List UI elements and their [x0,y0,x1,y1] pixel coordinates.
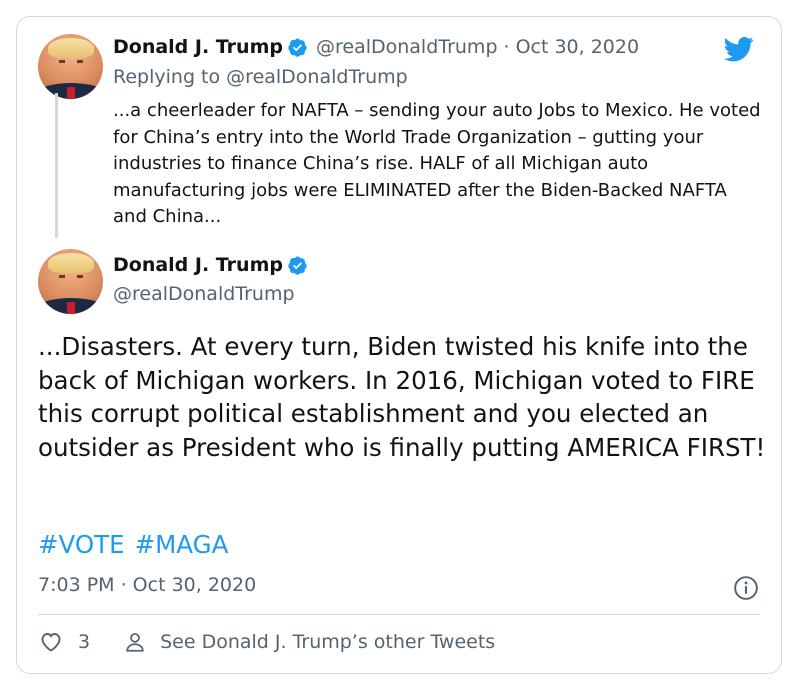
hashtag-link[interactable]: #MAGA [135,530,229,559]
hashtag-link[interactable]: #VOTE [38,530,125,559]
person-icon [126,633,144,652]
tweet-author-name[interactable]: Donald J. Trump [113,254,283,276]
hashtags: #VOTE #MAGA [38,530,238,559]
replying-to-link[interactable]: @realDonaldTrump [226,66,408,88]
divider [38,614,760,615]
like-count: 3 [78,631,91,653]
reply-date[interactable]: Oct 30, 2020 [516,36,640,58]
avatar[interactable] [38,34,103,99]
reply-text: ...a cheerleader for NAFTA – sending you… [113,100,761,227]
replying-prefix: Replying to [113,66,221,88]
see-other-tweets-label: See Donald J. Trump’s other Tweets [160,631,496,653]
separator-dot: · [503,36,510,58]
like-button[interactable]: 3 [38,630,90,654]
verified-badge-icon [288,37,307,57]
tweet-text: ...Disasters. At every turn, Biden twist… [38,332,766,462]
tweet-author-handle[interactable]: @realDonaldTrump [113,283,295,305]
replying-to: Replying to @realDonaldTrump [113,66,408,88]
verified-badge-icon [288,255,307,275]
thread-line [55,93,58,238]
reply-header: Donald J. Trump @realDonaldTrump · Oct 3… [113,36,639,58]
reply-author-name[interactable]: Donald J. Trump [113,36,283,58]
avatar[interactable] [38,249,103,314]
tweet-author: Donald J. Trump [113,254,308,276]
reply-author-handle[interactable]: @realDonaldTrump [316,36,498,58]
see-other-tweets-link[interactable]: See Donald J. Trump’s other Tweets [124,630,495,654]
twitter-bird-icon[interactable] [722,34,756,64]
heart-icon [41,633,61,652]
tweet-timestamp[interactable]: 7:03 PM · Oct 30, 2020 [38,574,256,596]
info-icon[interactable] [733,575,759,601]
tweet-actions: 3 See Donald J. Trump’s other Tweets [38,630,495,654]
